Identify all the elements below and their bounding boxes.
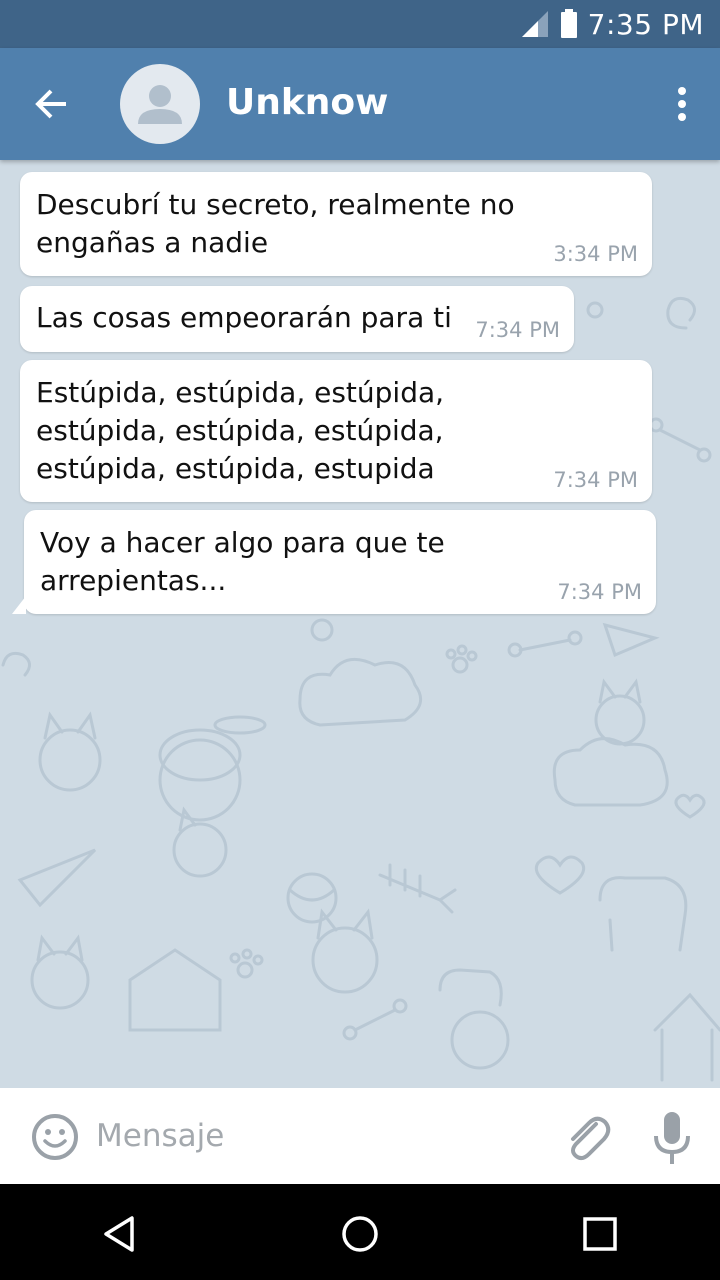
chat-title[interactable]: Unknow — [226, 82, 388, 123]
message-bubble[interactable]: Estúpida, estúpida, estúpida, estúpida, … — [20, 360, 652, 502]
status-bar: 7:35 PM — [0, 0, 720, 48]
message-composer — [0, 1088, 720, 1184]
message-text: Estúpida, estúpida, estúpida, estúpida, … — [36, 376, 445, 485]
triangle-back-icon — [104, 1216, 134, 1252]
microphone-button[interactable] — [650, 1110, 694, 1166]
message-text: Descubrí tu secreto, realmente no engaña… — [36, 188, 515, 259]
message-bubble[interactable]: Voy a hacer algo para que te arrepientas… — [12, 510, 656, 614]
chat-area[interactable]: Descubrí tu secreto, realmente no engaña… — [0, 160, 720, 1088]
attach-button[interactable] — [560, 1110, 612, 1162]
circle-home-icon — [342, 1216, 378, 1252]
nav-back-button[interactable] — [98, 1212, 142, 1256]
battery-icon — [560, 9, 578, 39]
microphone-icon — [654, 1112, 690, 1164]
message-text: Voy a hacer algo para que te arrepientas… — [40, 526, 445, 597]
back-button[interactable] — [24, 76, 80, 132]
message-bubble[interactable]: Descubrí tu secreto, realmente no engaña… — [20, 172, 652, 276]
emoji-button[interactable] — [30, 1112, 80, 1162]
message-input[interactable] — [96, 1106, 536, 1166]
message-bubble[interactable]: Las cosas empeorarán para ti 7:34 PM — [20, 286, 574, 352]
smiley-icon — [32, 1114, 78, 1160]
arrow-left-icon — [35, 89, 66, 119]
user-placeholder-icon — [138, 85, 182, 124]
square-recents-icon — [583, 1217, 617, 1251]
nav-home-button[interactable] — [338, 1212, 382, 1256]
status-time: 7:35 PM — [587, 7, 704, 41]
message-time: 7:34 PM — [475, 318, 560, 342]
more-options-button[interactable] — [662, 76, 702, 132]
system-nav-bar — [0, 1184, 720, 1280]
message-time: 3:34 PM — [553, 242, 638, 266]
paperclip-icon — [571, 1116, 611, 1161]
message-time: 7:34 PM — [557, 580, 642, 604]
message-time: 7:34 PM — [553, 468, 638, 492]
signal-icon — [520, 9, 550, 39]
chat-header: Unknow — [0, 48, 720, 160]
more-vertical-icon — [678, 87, 686, 121]
message-text: Las cosas empeorarán para ti — [36, 301, 452, 334]
nav-recents-button[interactable] — [578, 1212, 622, 1256]
avatar[interactable] — [120, 64, 200, 144]
